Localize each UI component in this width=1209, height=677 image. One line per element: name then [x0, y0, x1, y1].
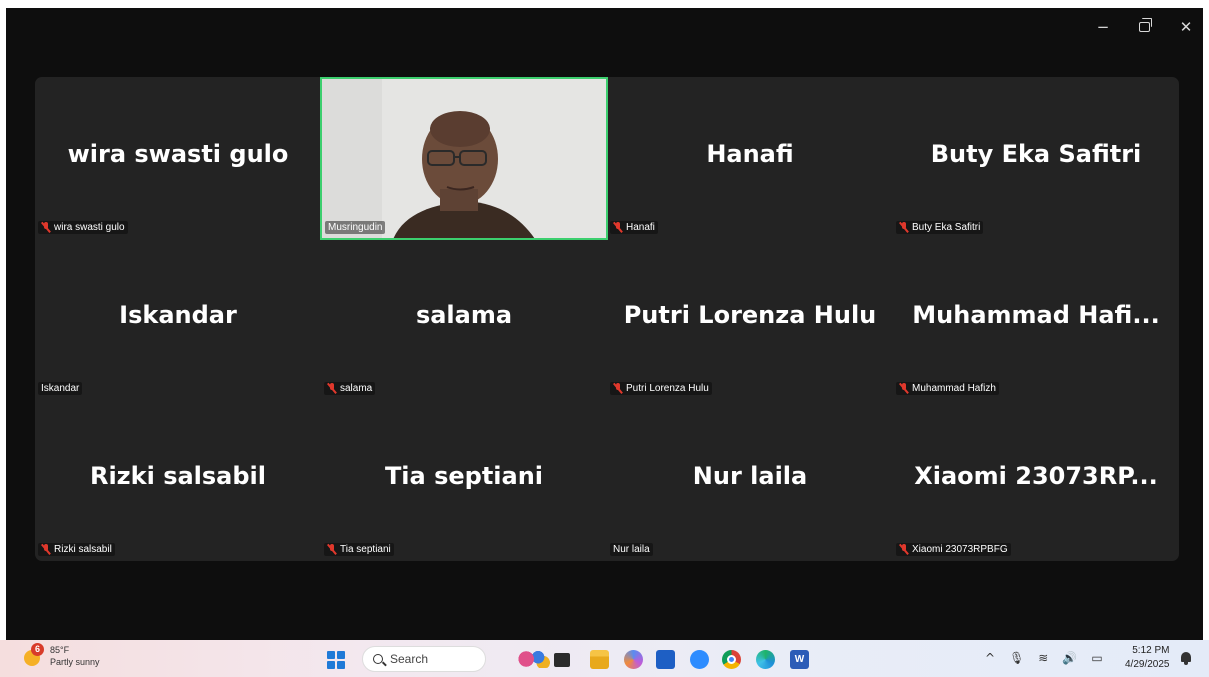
participant-display-name: Putri Lorenza Hulu [623, 301, 877, 329]
participant-tile[interactable]: Hanafi Hanafi [607, 77, 893, 238]
muted-mic-icon [613, 222, 623, 233]
participant-display-name: Rizki salsabil [89, 462, 267, 490]
zoom-icon[interactable] [690, 650, 709, 669]
participant-label-text: salama [340, 383, 373, 394]
edge-icon[interactable] [756, 650, 775, 669]
weather-sun-icon: 6 [22, 643, 44, 667]
clock-date: 4/29/2025 [1125, 659, 1170, 670]
weather-condition: Partly sunny [50, 657, 100, 667]
window-frame-left [0, 0, 6, 640]
muted-mic-icon [327, 544, 337, 555]
participant-tile[interactable]: Muhammad Hafi... Muhammad Hafizh [893, 238, 1179, 399]
participant-tile[interactable]: Tia septiani Tia septiani [321, 399, 607, 560]
participant-label: Xiaomi 23073RPBFG [896, 543, 1011, 556]
restore-icon [1138, 18, 1152, 32]
maximize-button[interactable] [1126, 14, 1162, 40]
participant-label-text: Iskandar [41, 383, 80, 394]
participant-display-name: Xiaomi 23073RP... [914, 462, 1158, 490]
muted-mic-icon [899, 544, 909, 555]
muted-mic-icon [327, 383, 337, 394]
participant-label: salama [324, 382, 376, 395]
participant-label-text: Hanafi [626, 222, 655, 233]
participant-label: Rizki salsabil [38, 543, 115, 556]
participant-display-name: Hanafi [706, 140, 794, 168]
participant-display-name: Nur laila [692, 462, 808, 490]
participant-tile[interactable]: wira swasti gulo wira swasti gulo [35, 77, 321, 238]
participant-tile[interactable]: Buty Eka Safitri Buty Eka Safitri [893, 77, 1179, 238]
mail-icon[interactable] [656, 650, 675, 669]
start-button[interactable] [327, 651, 345, 669]
participant-label-text: wira swasti gulo [54, 222, 125, 233]
search-box[interactable]: Search [362, 646, 486, 672]
participant-tile[interactable]: Iskandar Iskandar [35, 238, 321, 399]
participant-display-name: salama [415, 301, 513, 329]
participant-label: Putri Lorenza Hulu [610, 382, 712, 395]
active-speaker-video-tile[interactable]: Musringudin [320, 77, 608, 240]
weather-text: 85°F Partly sunny [50, 644, 100, 668]
search-icon [373, 654, 383, 664]
notification-bell-icon[interactable] [1180, 651, 1192, 665]
participant-tile[interactable]: Nur laila Nur laila [607, 399, 893, 560]
participant-label: wira swasti gulo [38, 221, 128, 234]
window-frame-right [1203, 0, 1209, 640]
participant-label-text: Tia septiani [340, 544, 391, 555]
wifi-icon[interactable]: ≋ [1038, 651, 1048, 665]
window-frame-top [0, 0, 1209, 8]
participant-label: Muhammad Hafizh [896, 382, 999, 395]
word-icon[interactable]: W [790, 650, 809, 669]
weather-temperature: 85°F [50, 645, 70, 655]
windows-taskbar: 6 85°F Partly sunny Search W ^ 🎙 ≋ 🔊 ▭ 5… [0, 640, 1209, 677]
participant-tile[interactable]: Xiaomi 23073RP... Xiaomi 23073RPBFG [893, 399, 1179, 560]
copilot-icon[interactable] [624, 650, 643, 669]
search-label: Search [390, 652, 429, 666]
participant-display-name: Iskandar [119, 301, 237, 329]
file-explorer-icon[interactable] [590, 650, 609, 669]
participant-display-name: Buty Eka Safitri [930, 140, 1142, 168]
participant-tile[interactable]: Rizki salsabil Rizki salsabil [35, 399, 321, 560]
notification-badge: 6 [31, 643, 44, 656]
participant-display-name: Tia septiani [384, 462, 544, 490]
close-button[interactable]: ✕ [1168, 14, 1204, 40]
participant-label-text: Xiaomi 23073RPBFG [912, 544, 1008, 555]
participant-label: Nur laila [610, 543, 653, 556]
participant-label: Tia septiani [324, 543, 394, 556]
muted-mic-icon [899, 222, 909, 233]
participant-tile[interactable]: Putri Lorenza Hulu Putri Lorenza Hulu [607, 238, 893, 399]
task-view-icon[interactable] [554, 653, 570, 667]
chrome-icon[interactable] [722, 650, 741, 669]
muted-mic-icon [41, 222, 51, 233]
participant-video-feed [322, 79, 606, 238]
participant-tile[interactable]: salama salama [321, 238, 607, 399]
minimize-icon: − [1096, 18, 1110, 36]
participant-label-text: Nur laila [613, 544, 650, 555]
battery-icon[interactable]: ▭ [1091, 651, 1102, 665]
muted-mic-icon [613, 383, 623, 394]
clock-time: 5:12 PM [1132, 645, 1170, 656]
participant-label: Iskandar [38, 382, 83, 395]
clock[interactable]: 5:12 PM 4/29/2025 [1125, 644, 1170, 672]
weather-widget[interactable]: 6 85°F Partly sunny [22, 643, 100, 668]
participant-label: Buty Eka Safitri [896, 221, 984, 234]
participant-label-text: Putri Lorenza Hulu [626, 383, 709, 394]
minimize-button[interactable]: − [1085, 14, 1121, 40]
participant-label: Hanafi [610, 221, 658, 234]
microphone-icon[interactable]: 🎙 [1009, 651, 1024, 665]
participant-label-text: Buty Eka Safitri [912, 222, 981, 233]
participant-label-text: Muhammad Hafizh [912, 383, 996, 394]
widgets-icon[interactable] [516, 650, 550, 668]
muted-mic-icon [899, 383, 909, 394]
show-hidden-icons-icon[interactable]: ^ [985, 651, 995, 665]
muted-mic-icon [41, 544, 51, 555]
participant-label: Musringudin [325, 221, 386, 234]
participant-display-name: Muhammad Hafi... [912, 301, 1160, 329]
participant-display-name: wira swasti gulo [67, 140, 289, 168]
volume-icon[interactable]: 🔊 [1062, 651, 1077, 665]
close-icon: ✕ [1179, 18, 1193, 36]
system-tray: ^ 🎙 ≋ 🔊 ▭ [985, 651, 1103, 665]
participant-label-text: Rizki salsabil [54, 544, 112, 555]
